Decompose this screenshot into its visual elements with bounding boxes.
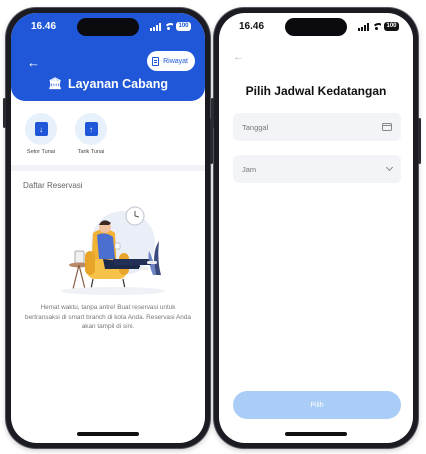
section-divider [11, 165, 205, 171]
battery-icon: 100 [384, 22, 399, 31]
battery-icon: 100 [176, 22, 191, 31]
reservation-list-title: Daftar Reservasi [23, 181, 83, 190]
bank-icon: 🏛 [48, 77, 62, 90]
service-label: Setor Tunai [26, 149, 56, 155]
signal-icon [150, 22, 161, 31]
service-icon-circle: ↓ [25, 113, 57, 145]
service-cash-deposit[interactable]: ↓ Setor Tunai [21, 113, 61, 155]
cash-withdraw-icon: ↑ [84, 122, 98, 136]
dynamic-island [77, 18, 139, 36]
service-cash-withdraw[interactable]: ↑ Tarik Tunai [71, 113, 111, 155]
back-arrow-icon[interactable]: ← [233, 51, 244, 63]
date-field-placeholder: Tanggal [242, 122, 269, 132]
page-title: 🏛 Layanan Cabang [11, 77, 205, 91]
empty-state-message: Hemat waktu, tanpa antre! Buat reservasi… [25, 304, 191, 330]
date-field[interactable]: Tanggal [233, 113, 401, 141]
document-icon [152, 56, 160, 66]
home-indicator [77, 432, 139, 436]
wifi-icon [372, 23, 381, 30]
time-select[interactable]: Jam [233, 155, 401, 183]
status-icons: 100 [150, 22, 191, 31]
history-button-label: Riwayat [163, 57, 188, 65]
empty-state-illustration [61, 206, 165, 295]
status-bar: 16.46 100 [11, 13, 205, 39]
history-button[interactable]: Riwayat [147, 51, 195, 71]
branch-services-screen: 16.46 100 ← Riwayat 🏛 Layanan Cabang ↓ S… [11, 13, 205, 443]
dynamic-island [285, 18, 347, 36]
service-list: ↓ Setor Tunai ↑ Tarik Tunai [21, 113, 111, 155]
page-title-text: Layanan Cabang [67, 77, 168, 91]
phone-frame-left: 16.46 100 ← Riwayat 🏛 Layanan Cabang ↓ S… [3, 8, 213, 448]
chevron-down-icon [385, 163, 394, 172]
cash-deposit-icon: ↓ [34, 122, 48, 136]
schedule-picker-screen: 16.46 100 ← Pilih Jadwal Kedatangan Tang… [219, 13, 413, 443]
status-bar: 16.46 100 [219, 13, 413, 39]
wifi-icon [164, 23, 173, 30]
page-title: Pilih Jadwal Kedatangan [245, 84, 387, 98]
status-time: 16.46 [31, 21, 57, 32]
service-label: Tarik Tunai [77, 149, 105, 155]
calendar-icon [382, 123, 392, 131]
submit-button[interactable]: Pilih [233, 391, 401, 419]
status-time: 16.46 [239, 21, 265, 32]
time-select-placeholder: Jam [242, 164, 257, 174]
service-icon-circle: ↑ [75, 113, 107, 145]
back-arrow-icon[interactable]: ← [27, 56, 40, 69]
phone-frame-right: 16.46 100 ← Pilih Jadwal Kedatangan Tang… [211, 8, 421, 448]
home-indicator [285, 432, 347, 436]
status-icons: 100 [358, 22, 399, 31]
signal-icon [358, 22, 369, 31]
